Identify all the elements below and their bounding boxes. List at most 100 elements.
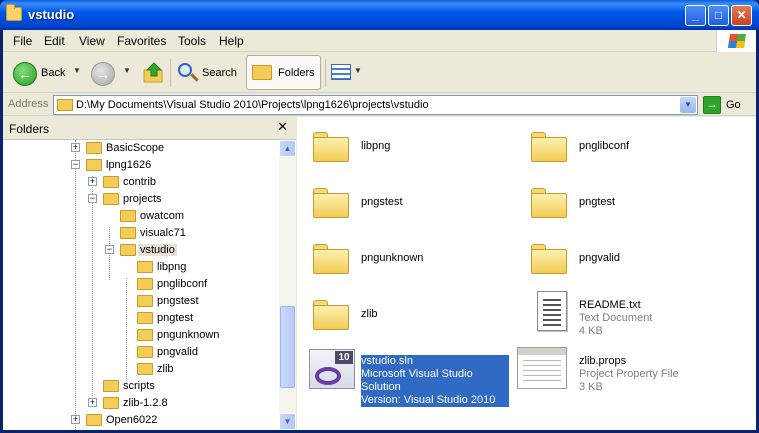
file-details: README.txt Text Document 4 KB bbox=[579, 299, 652, 338]
folder-open-icon bbox=[120, 244, 136, 256]
menu-help[interactable]: Help bbox=[219, 34, 244, 48]
scroll-down-icon[interactable]: ▼ bbox=[279, 413, 296, 430]
tree-item-pngstest[interactable]: pngstest bbox=[3, 293, 279, 310]
file-details: zlib.props Project Property File 3 KB bbox=[579, 355, 679, 394]
folder-icon bbox=[103, 176, 119, 188]
file-type: Text Document bbox=[579, 312, 653, 324]
property-file-icon bbox=[517, 347, 567, 389]
folder-icon bbox=[86, 414, 102, 426]
file-name: vstudio.sln bbox=[361, 355, 413, 367]
expand-plus-icon[interactable]: + bbox=[88, 177, 97, 186]
folder-icon bbox=[103, 380, 119, 392]
menu-favorites[interactable]: Favorites bbox=[117, 34, 166, 48]
folder-icon bbox=[313, 244, 349, 274]
tree-item-open6022[interactable]: + Open6022 bbox=[3, 412, 279, 429]
minimize-button[interactable]: _ bbox=[685, 5, 706, 26]
menu-edit[interactable]: Edit bbox=[44, 34, 65, 48]
back-arrow-icon[interactable]: ← bbox=[13, 62, 37, 86]
file-name: zlib bbox=[361, 308, 378, 320]
address-label: Address bbox=[8, 98, 49, 110]
file-name: pnglibconf bbox=[579, 140, 630, 152]
window-title: vstudio bbox=[28, 7, 75, 22]
collapse-minus-icon[interactable]: − bbox=[71, 160, 80, 169]
tree-item-owatcom[interactable]: owatcom bbox=[3, 208, 279, 225]
folder-icon bbox=[86, 142, 102, 154]
file-size: 4 KB bbox=[579, 325, 603, 337]
title-bar: vstudio _ □ ✕ bbox=[0, 0, 759, 30]
toolbar-separator bbox=[325, 59, 326, 87]
forward-dropdown-icon[interactable]: ▼ bbox=[123, 66, 131, 75]
scroll-up-icon[interactable]: ▲ bbox=[279, 140, 296, 157]
folder-icon bbox=[103, 193, 119, 205]
up-folder-icon[interactable] bbox=[143, 62, 165, 84]
views-icon[interactable] bbox=[331, 64, 351, 80]
file-item-pngtest[interactable]: pngtest bbox=[517, 179, 727, 227]
folder-icon bbox=[137, 278, 153, 290]
tree-item-contrib[interactable]: + contrib bbox=[3, 174, 279, 191]
version-badge: 10 bbox=[335, 351, 353, 364]
go-arrow-icon[interactable]: → bbox=[703, 96, 721, 114]
windows-logo-icon bbox=[716, 30, 756, 52]
tree-item-scripts[interactable]: scripts bbox=[3, 378, 279, 395]
address-path[interactable]: D:\My Documents\Visual Studio 2010\Proje… bbox=[76, 99, 429, 111]
back-button-label[interactable]: Back bbox=[41, 67, 65, 79]
expand-plus-icon[interactable]: + bbox=[71, 143, 80, 152]
menu-file[interactable]: File bbox=[13, 34, 32, 48]
tree-item-pngtest[interactable]: pngtest bbox=[3, 310, 279, 327]
go-button-label[interactable]: Go bbox=[726, 99, 741, 111]
tree-item-zlib-1-2-8[interactable]: + zlib-1.2.8 bbox=[3, 395, 279, 412]
file-item-zlib-props[interactable]: zlib.props Project Property File 3 KB bbox=[517, 347, 727, 395]
file-item-zlib[interactable]: zlib bbox=[299, 291, 509, 339]
chevron-down-icon[interactable]: ▼ bbox=[680, 97, 696, 113]
close-button[interactable]: ✕ bbox=[731, 5, 752, 26]
tree-item-pngunknown[interactable]: pngunknown bbox=[3, 327, 279, 344]
tree-item-projects[interactable]: − projects bbox=[3, 191, 279, 208]
collapse-minus-icon[interactable]: − bbox=[88, 194, 97, 203]
tree-item-libpng[interactable]: libpng bbox=[3, 259, 279, 276]
tree-scrollbar[interactable]: ▲ ▼ bbox=[279, 140, 296, 430]
file-item-readme[interactable]: README.txt Text Document 4 KB bbox=[517, 291, 727, 339]
menu-view[interactable]: View bbox=[79, 34, 105, 48]
file-type: Microsoft Visual Studio Solution bbox=[361, 368, 473, 393]
folders-icon bbox=[252, 65, 272, 80]
folder-icon bbox=[313, 300, 349, 330]
tree-item-basicscope[interactable]: + BasicScope bbox=[3, 140, 279, 157]
forward-arrow-icon[interactable]: → bbox=[91, 62, 115, 86]
folders-pane-header: Folders ✕ bbox=[3, 117, 296, 140]
tree-item-lpng1626[interactable]: − lpng1626 bbox=[3, 157, 279, 174]
folder-icon bbox=[137, 346, 153, 358]
back-dropdown-icon[interactable]: ▼ bbox=[73, 66, 81, 75]
folder-icon bbox=[137, 295, 153, 307]
collapse-minus-icon[interactable]: − bbox=[105, 245, 114, 254]
folder-icon bbox=[137, 312, 153, 324]
file-item-libpng[interactable]: libpng bbox=[299, 123, 509, 171]
search-icon[interactable] bbox=[178, 63, 192, 77]
tree-item-pngvalid[interactable]: pngvalid bbox=[3, 344, 279, 361]
folder-icon bbox=[531, 244, 567, 274]
menu-bar: File Edit View Favorites Tools Help bbox=[3, 30, 756, 52]
maximize-button[interactable]: □ bbox=[708, 5, 729, 26]
tree-item-pnglibconf[interactable]: pnglibconf bbox=[3, 276, 279, 293]
file-item-vstudio-sln[interactable]: 10 vstudio.sln Microsoft Visual Studio S… bbox=[299, 347, 509, 407]
file-item-pngunknown[interactable]: pngunknown bbox=[299, 235, 509, 283]
file-details: vstudio.sln Microsoft Visual Studio Solu… bbox=[361, 355, 509, 407]
address-field[interactable]: D:\My Documents\Visual Studio 2010\Proje… bbox=[53, 95, 698, 115]
file-item-pngvalid[interactable]: pngvalid bbox=[517, 235, 727, 283]
file-name: pngtest bbox=[579, 196, 616, 208]
tree-item-vstudio[interactable]: − vstudio bbox=[3, 242, 279, 259]
views-dropdown-icon[interactable]: ▼ bbox=[354, 66, 362, 75]
close-icon[interactable]: ✕ bbox=[277, 119, 288, 135]
scrollbar-thumb[interactable] bbox=[280, 306, 295, 388]
window-frame: File Edit View Favorites Tools Help ← Ba… bbox=[3, 30, 756, 430]
expand-plus-icon[interactable]: + bbox=[71, 415, 80, 424]
tree-item-visualc71[interactable]: visualc71 bbox=[3, 225, 279, 242]
file-name: pngstest bbox=[361, 196, 403, 208]
folders-button[interactable]: Folders bbox=[246, 55, 321, 90]
menu-tools[interactable]: Tools bbox=[178, 34, 206, 48]
file-list: libpng pnglibconf pngstest pngtest pngun… bbox=[297, 117, 756, 430]
tree-item-zlib[interactable]: zlib bbox=[3, 361, 279, 378]
expand-plus-icon[interactable]: + bbox=[88, 398, 97, 407]
file-item-pnglibconf[interactable]: pnglibconf bbox=[517, 123, 727, 171]
file-item-pngstest[interactable]: pngstest bbox=[299, 179, 509, 227]
search-button-label[interactable]: Search bbox=[202, 67, 237, 79]
